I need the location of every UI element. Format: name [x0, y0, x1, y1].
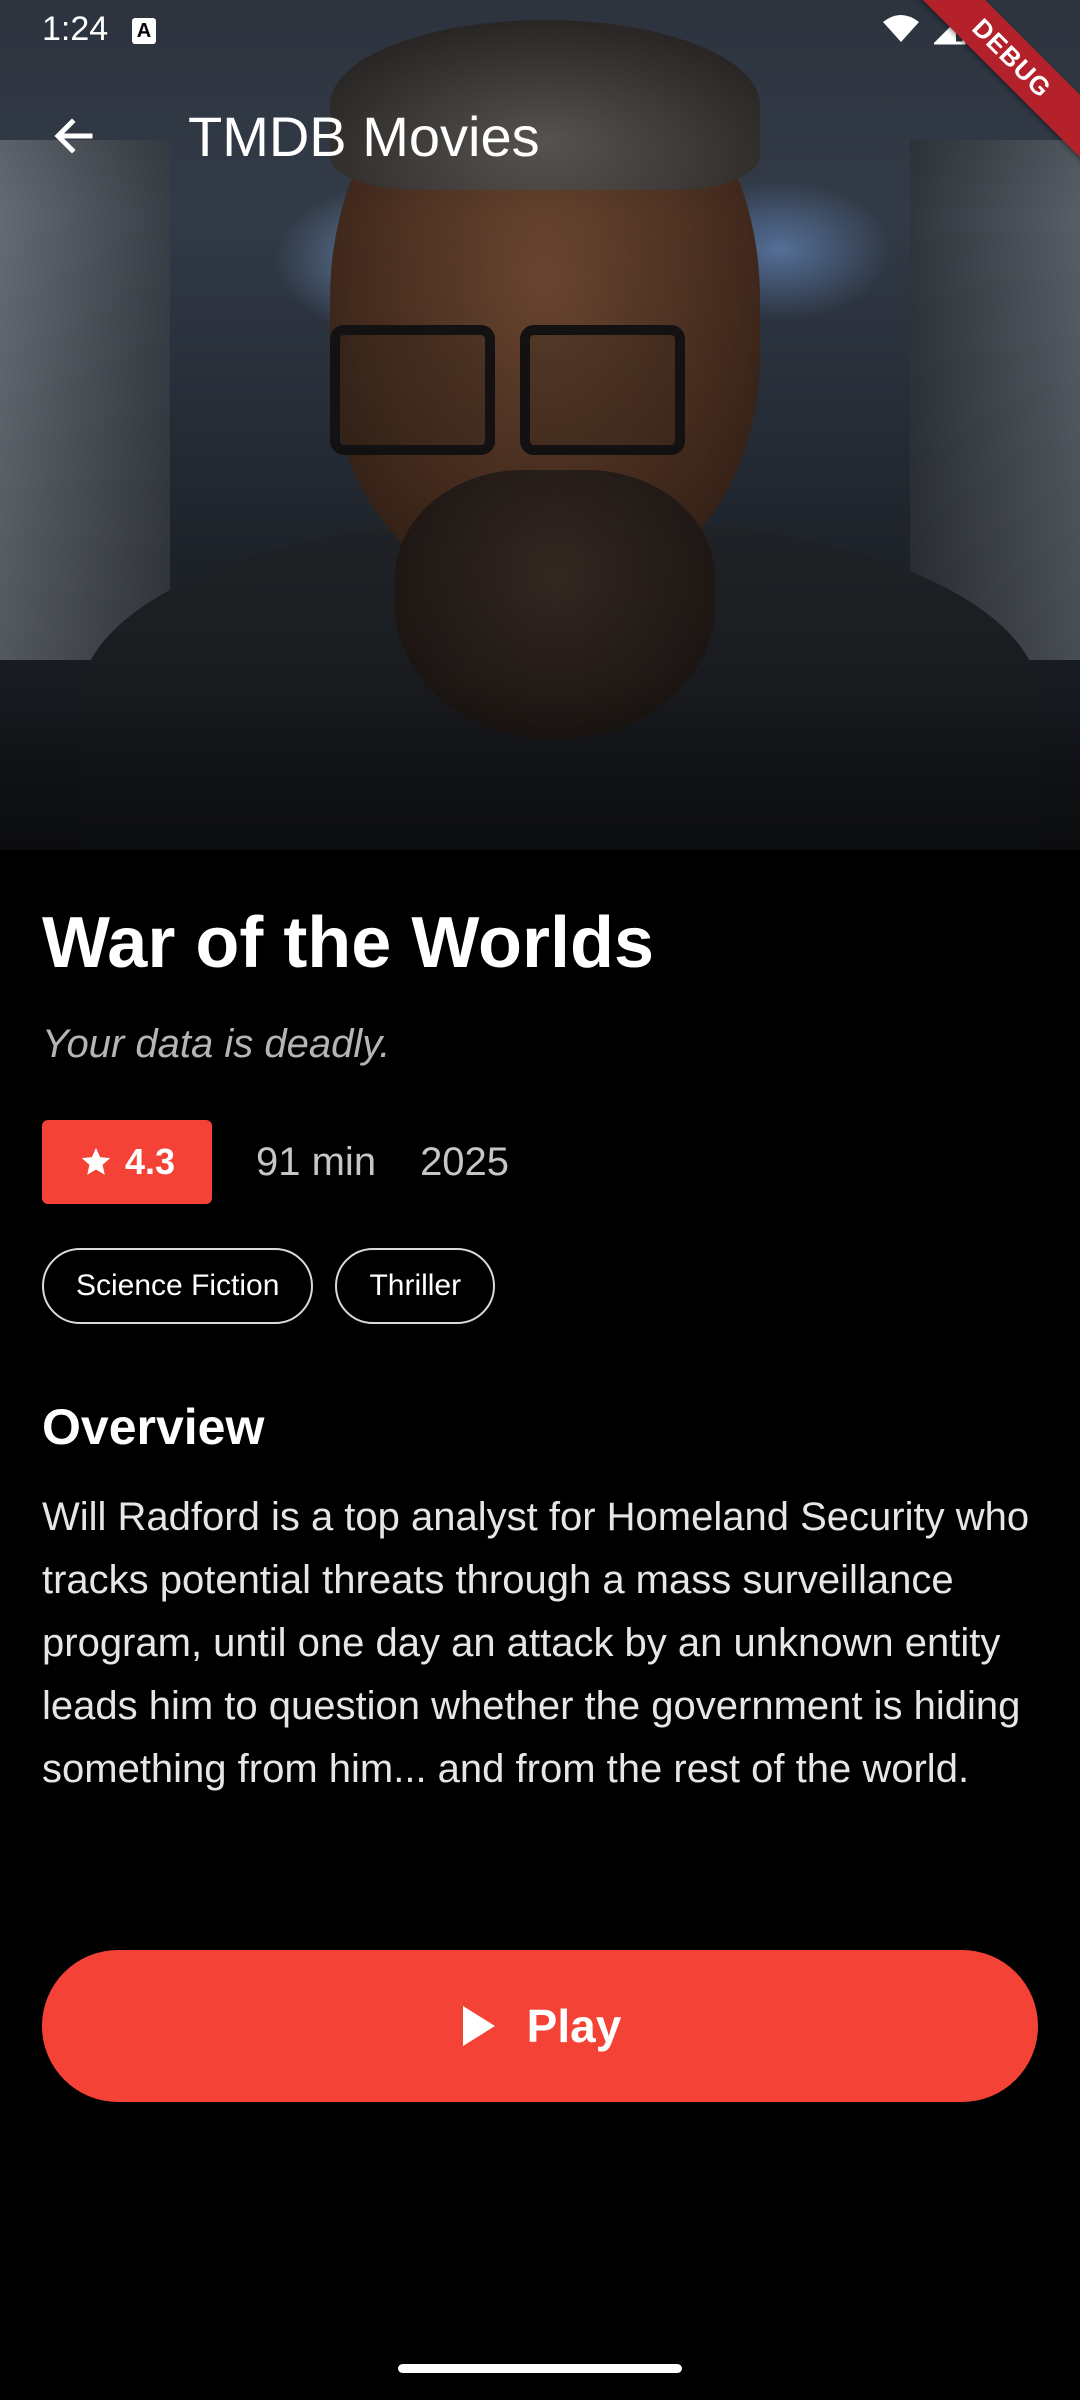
overview-text: Will Radford is a top analyst for Homela… — [42, 1495, 1030, 1791]
play-icon — [462, 2006, 495, 2046]
app-bar: TMDB Movies — [0, 80, 1080, 190]
genre-chip-science-fiction[interactable]: Science Fiction — [42, 1248, 314, 1324]
arrow-left-icon — [54, 118, 93, 154]
home-indicator[interactable] — [398, 2364, 682, 2373]
movie-meta-row: 4.3 91 min 2025 — [42, 1120, 509, 1204]
wifi-icon — [883, 15, 919, 42]
app-title: TMDB Movies — [188, 105, 540, 168]
status-bar: 1:24 A — [0, 0, 1080, 60]
play-button-label: Play — [526, 2000, 622, 2052]
star-icon — [81, 1147, 111, 1175]
status-time: 1:24 — [42, 10, 109, 48]
movie-runtime: 91 min — [256, 1139, 377, 1184]
overview-heading: Overview — [42, 1399, 265, 1455]
movie-year: 2025 — [420, 1139, 510, 1184]
rating-value: 4.3 — [124, 1141, 176, 1182]
play-button[interactable]: Play — [42, 1950, 1038, 2102]
back-button[interactable] — [34, 100, 114, 172]
movie-title: War of the Worlds — [42, 903, 654, 983]
rating-badge: 4.3 — [42, 1120, 212, 1204]
genre-chip-thriller[interactable]: Thriller — [335, 1248, 496, 1324]
movie-tagline: Your data is deadly. — [42, 1022, 391, 1066]
genre-chips: Science Fiction Thriller — [42, 1248, 496, 1324]
a-notification-icon: A — [132, 18, 156, 44]
